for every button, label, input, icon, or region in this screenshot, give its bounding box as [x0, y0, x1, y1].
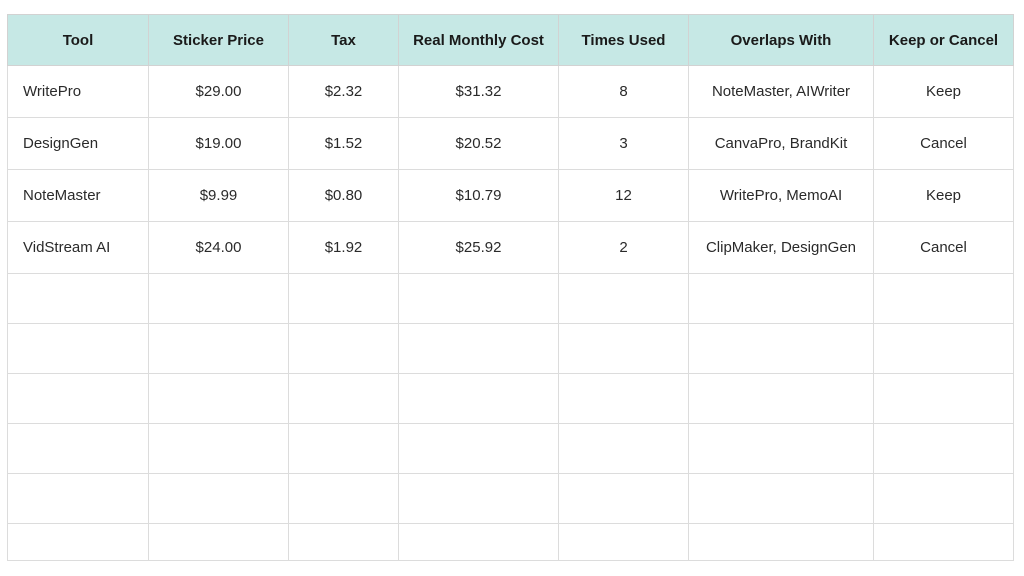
column-header-tax[interactable]: Tax — [288, 14, 399, 66]
empty-cell[interactable] — [398, 323, 559, 374]
empty-cell[interactable] — [148, 523, 289, 561]
empty-cell[interactable] — [688, 373, 874, 424]
empty-cell[interactable] — [7, 323, 149, 374]
empty-cell[interactable] — [288, 323, 399, 374]
empty-cell[interactable] — [288, 523, 399, 561]
empty-cell[interactable] — [288, 373, 399, 424]
column-header-overlaps-with[interactable]: Overlaps With — [688, 14, 874, 66]
empty-cell[interactable] — [873, 323, 1014, 374]
empty-cell[interactable] — [873, 423, 1014, 474]
column-header-real-monthly-cost[interactable]: Real Monthly Cost — [398, 14, 559, 66]
empty-cell[interactable] — [7, 273, 149, 324]
empty-cell[interactable] — [148, 473, 289, 524]
cell-tax[interactable]: $1.52 — [288, 117, 399, 170]
empty-cell[interactable] — [688, 423, 874, 474]
cell-keep-or-cancel[interactable]: Keep — [873, 169, 1014, 222]
cell-tax[interactable]: $0.80 — [288, 169, 399, 222]
empty-cell[interactable] — [688, 473, 874, 524]
empty-cell[interactable] — [7, 373, 149, 424]
empty-cell[interactable] — [148, 373, 289, 424]
empty-row — [7, 473, 1014, 524]
empty-cell[interactable] — [148, 423, 289, 474]
empty-cell[interactable] — [688, 523, 874, 561]
empty-cell[interactable] — [558, 473, 689, 524]
empty-cell[interactable] — [873, 273, 1014, 324]
cell-real-monthly-cost[interactable]: $25.92 — [398, 221, 559, 274]
empty-cell[interactable] — [558, 373, 689, 424]
empty-cell[interactable] — [398, 523, 559, 561]
cell-times-used[interactable]: 2 — [558, 221, 689, 274]
cell-real-monthly-cost[interactable]: $20.52 — [398, 117, 559, 170]
table-row: VidStream AI $24.00 $1.92 $25.92 2 ClipM… — [7, 221, 1014, 274]
empty-row — [7, 373, 1014, 424]
empty-cell[interactable] — [558, 273, 689, 324]
cell-sticker-price[interactable]: $9.99 — [148, 169, 289, 222]
cell-real-monthly-cost[interactable]: $10.79 — [398, 169, 559, 222]
empty-cell[interactable] — [288, 423, 399, 474]
empty-cell[interactable] — [288, 473, 399, 524]
empty-cell[interactable] — [873, 523, 1014, 561]
cell-overlaps-with[interactable]: CanvaPro, BrandKit — [688, 117, 874, 170]
empty-cell[interactable] — [7, 423, 149, 474]
cell-keep-or-cancel[interactable]: Keep — [873, 65, 1014, 118]
empty-row — [7, 273, 1014, 324]
column-header-times-used[interactable]: Times Used — [558, 14, 689, 66]
empty-cell[interactable] — [558, 523, 689, 561]
cell-tax[interactable]: $1.92 — [288, 221, 399, 274]
empty-row — [7, 423, 1014, 474]
cell-keep-or-cancel[interactable]: Cancel — [873, 117, 1014, 170]
column-header-sticker-price[interactable]: Sticker Price — [148, 14, 289, 66]
empty-cell[interactable] — [558, 323, 689, 374]
empty-cell[interactable] — [7, 473, 149, 524]
spreadsheet: Tool Sticker Price Tax Real Monthly Cost… — [7, 14, 1014, 562]
cell-sticker-price[interactable]: $29.00 — [148, 65, 289, 118]
empty-cell[interactable] — [7, 523, 149, 561]
cell-overlaps-with[interactable]: ClipMaker, DesignGen — [688, 221, 874, 274]
empty-cell[interactable] — [398, 423, 559, 474]
cell-tool[interactable]: NoteMaster — [7, 169, 149, 222]
empty-cell[interactable] — [873, 373, 1014, 424]
table-row: DesignGen $19.00 $1.52 $20.52 3 CanvaPro… — [7, 117, 1014, 170]
cell-tool[interactable]: WritePro — [7, 65, 149, 118]
cell-sticker-price[interactable]: $19.00 — [148, 117, 289, 170]
empty-cell[interactable] — [558, 423, 689, 474]
cell-tool[interactable]: DesignGen — [7, 117, 149, 170]
cell-times-used[interactable]: 8 — [558, 65, 689, 118]
empty-cell[interactable] — [288, 273, 399, 324]
empty-cell[interactable] — [398, 373, 559, 424]
header-row: Tool Sticker Price Tax Real Monthly Cost… — [7, 14, 1014, 66]
cell-overlaps-with[interactable]: WritePro, MemoAI — [688, 169, 874, 222]
table-row: WritePro $29.00 $2.32 $31.32 8 NoteMaste… — [7, 65, 1014, 118]
cell-overlaps-with[interactable]: NoteMaster, AIWriter — [688, 65, 874, 118]
subscription-table: Tool Sticker Price Tax Real Monthly Cost… — [7, 14, 1014, 561]
cell-sticker-price[interactable]: $24.00 — [148, 221, 289, 274]
column-header-tool[interactable]: Tool — [7, 14, 149, 66]
column-header-keep-or-cancel[interactable]: Keep or Cancel — [873, 14, 1014, 66]
cell-tool[interactable]: VidStream AI — [7, 221, 149, 274]
cell-times-used[interactable]: 12 — [558, 169, 689, 222]
empty-cell[interactable] — [398, 273, 559, 324]
cell-tax[interactable]: $2.32 — [288, 65, 399, 118]
cell-real-monthly-cost[interactable]: $31.32 — [398, 65, 559, 118]
empty-row — [7, 323, 1014, 374]
empty-cell[interactable] — [398, 473, 559, 524]
cell-times-used[interactable]: 3 — [558, 117, 689, 170]
cell-keep-or-cancel[interactable]: Cancel — [873, 221, 1014, 274]
empty-row — [7, 523, 1014, 561]
empty-cell[interactable] — [148, 273, 289, 324]
empty-cell[interactable] — [688, 273, 874, 324]
table-row: NoteMaster $9.99 $0.80 $10.79 12 WritePr… — [7, 169, 1014, 222]
empty-cell[interactable] — [688, 323, 874, 374]
empty-cell[interactable] — [873, 473, 1014, 524]
empty-cell[interactable] — [148, 323, 289, 374]
